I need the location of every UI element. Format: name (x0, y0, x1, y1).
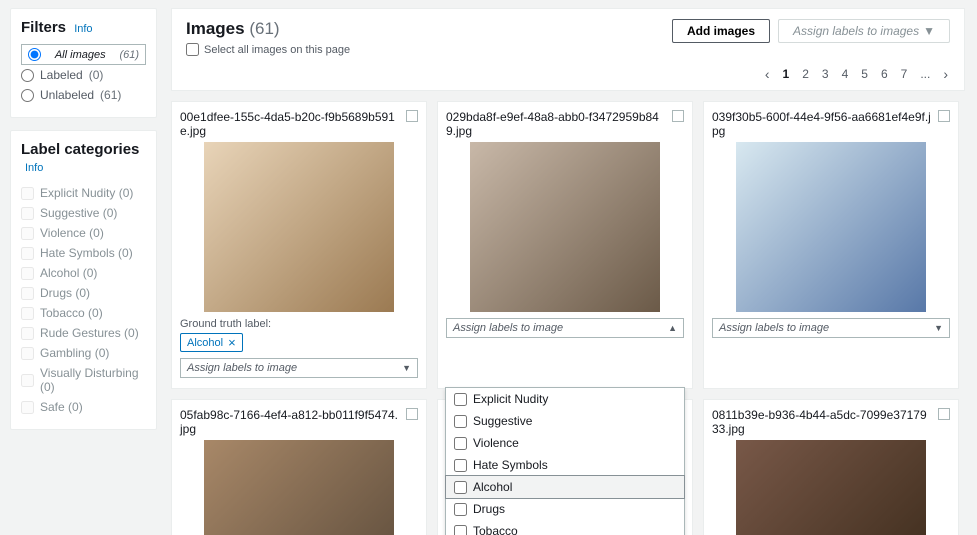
image-thumbnail[interactable] (180, 142, 418, 312)
category-checkbox[interactable]: Violence (0) (21, 223, 146, 243)
image-card: 05fab98c-7166-4ef4-a812-bb011f9f5474.jpg (171, 399, 427, 535)
info-link[interactable]: Info (74, 23, 92, 35)
categories-heading: Label categories Info (21, 141, 146, 175)
dropdown-option[interactable]: Suggestive (446, 410, 684, 432)
images-header: Images (61) Select all images on this pa… (171, 8, 965, 91)
chevron-down-icon: ▼ (402, 363, 411, 373)
filters-panel: Filters Info All images (61) Labeled (0)… (10, 8, 157, 118)
assign-labels-select[interactable]: Assign labels to image▼ (180, 358, 418, 378)
image-thumbnail[interactable] (712, 440, 950, 535)
label-tag: Alcohol × (180, 333, 243, 352)
category-checkbox[interactable]: Tobacco (0) (21, 303, 146, 323)
page-number[interactable]: 6 (879, 67, 890, 81)
select-all-checkbox[interactable]: Select all images on this page (186, 43, 350, 56)
page-title: Images (61) (186, 19, 350, 39)
assign-labels-select[interactable]: Assign labels to image▼ (712, 318, 950, 338)
chevron-down-icon: ▼ (934, 323, 943, 333)
image-filename: 039f30b5-600f-44e4-9f56-aa6681ef4e9f.jpg (712, 110, 950, 138)
category-checkbox[interactable]: Alcohol (0) (21, 263, 146, 283)
dropdown-option[interactable]: Hate Symbols (446, 454, 684, 476)
image-checkbox[interactable] (938, 110, 950, 122)
filter-radio-labeled[interactable]: Labeled (0) (21, 65, 146, 85)
image-thumbnail[interactable] (712, 142, 950, 312)
category-checkbox[interactable]: Drugs (0) (21, 283, 146, 303)
image-filename: 0811b39e-b936-4b44-a5dc-7099e3717933.jpg (712, 408, 950, 436)
chevron-up-icon: ▲ (668, 323, 677, 333)
remove-tag-icon[interactable]: × (228, 335, 236, 350)
category-checkbox[interactable]: Suggestive (0) (21, 203, 146, 223)
category-checkbox[interactable]: Gambling (0) (21, 343, 146, 363)
dropdown-option[interactable]: Explicit Nudity (446, 388, 684, 410)
info-link[interactable]: Info (25, 162, 43, 174)
dropdown-option[interactable]: Drugs (446, 498, 684, 520)
filters-heading: Filters Info (21, 19, 146, 36)
image-filename: 029bda8f-e9ef-48a8-abb0-f3472959b849.jpg (446, 110, 684, 138)
image-thumbnail[interactable] (180, 440, 418, 535)
page-prev[interactable]: ‹ (763, 66, 772, 82)
image-card: 00e1dfee-155c-4da5-b20c-f9b5689b591e.jpg… (171, 101, 427, 389)
filter-radio-all-images[interactable]: All images (61) (21, 44, 146, 65)
category-checkbox[interactable]: Safe (0) (21, 397, 146, 417)
image-checkbox[interactable] (672, 110, 684, 122)
category-checkbox[interactable]: Rude Gestures (0) (21, 323, 146, 343)
image-filename: 05fab98c-7166-4ef4-a812-bb011f9f5474.jpg (180, 408, 418, 436)
assign-labels-button[interactable]: Assign labels to images ▼ (778, 19, 950, 43)
image-card: 029bda8f-e9ef-48a8-abb0-f3472959b849.jpg… (437, 101, 693, 389)
category-checkbox[interactable]: Explicit Nudity (0) (21, 183, 146, 203)
categories-panel: Label categories Info Explicit Nudity (0… (10, 130, 157, 430)
dropdown-option[interactable]: Violence (446, 432, 684, 454)
image-checkbox[interactable] (406, 110, 418, 122)
image-thumbnail[interactable] (446, 142, 684, 312)
page-number[interactable]: 7 (899, 67, 910, 81)
page-number[interactable]: 2 (800, 67, 811, 81)
chevron-down-icon: ▼ (923, 24, 935, 38)
image-checkbox[interactable] (406, 408, 418, 420)
image-card: 039f30b5-600f-44e4-9f56-aa6681ef4e9f.jpg… (703, 101, 959, 389)
pagination: ‹ 1234567... › (186, 66, 950, 82)
assign-labels-select[interactable]: Assign labels to image▲ (446, 318, 684, 338)
ground-truth-label: Ground truth label: (180, 318, 418, 330)
dropdown-option[interactable]: Alcohol (445, 475, 685, 499)
page-number[interactable]: 1 (781, 67, 792, 81)
image-filename: 00e1dfee-155c-4da5-b20c-f9b5689b591e.jpg (180, 110, 418, 138)
category-checkbox[interactable]: Visually Disturbing (0) (21, 363, 146, 397)
filter-radio-unlabeled[interactable]: Unlabeled (61) (21, 85, 146, 105)
page-number[interactable]: 3 (820, 67, 831, 81)
dropdown-option[interactable]: Tobacco (446, 520, 684, 535)
page-number[interactable]: 4 (840, 67, 851, 81)
page-number[interactable]: 5 (859, 67, 870, 81)
label-dropdown: Explicit Nudity Suggestive Violence Hate… (445, 387, 685, 535)
add-images-button[interactable]: Add images (672, 19, 770, 43)
page-next[interactable]: › (941, 66, 950, 82)
image-card: 0811b39e-b936-4b44-a5dc-7099e3717933.jpg (703, 399, 959, 535)
image-checkbox[interactable] (938, 408, 950, 420)
page-number[interactable]: ... (918, 67, 932, 81)
category-checkbox[interactable]: Hate Symbols (0) (21, 243, 146, 263)
